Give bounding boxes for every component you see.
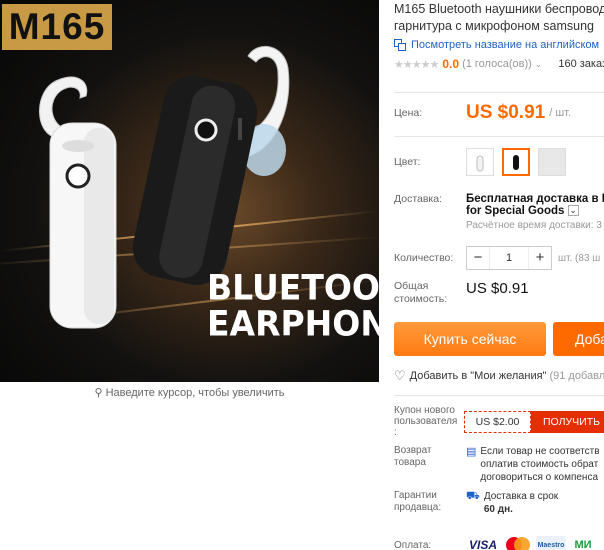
coupon-label-line3: : [394,427,397,438]
quantity-input[interactable]: 1 [489,247,529,269]
divider [394,92,604,93]
coupon-row: Купон нового пользователя : US $2.00 ПОЛ… [394,405,604,438]
coupon-label: Купон нового пользователя : [394,405,466,438]
divider [394,136,604,137]
buy-now-button[interactable]: Купить сейчас [394,322,546,356]
total-label: Общая стоимость: [394,280,466,306]
guarantee-text-line1: Доставка в срок [483,491,559,502]
mir-logo: МИ [574,539,592,550]
increase-button[interactable]: + [529,247,551,269]
hero-headline: BLUETOOTH EARPHONE [207,270,379,341]
wishlist-link[interactable]: ♡ Добавить в "Мои желания" (91 добавле [394,368,604,384]
color-row: Цвет: [394,148,574,176]
translate-icon [394,39,406,51]
total-label-line2: стоимость: [394,293,448,305]
heart-icon: ♡ [394,368,406,383]
guarantee-row: Гарантии продавца: ⛟ Доставка в срок 60 … [394,490,558,516]
delivery-eta: Расчётное время доставки: 3 [466,220,602,231]
visa-logo: VISA [468,538,497,550]
returns-text-line2: оплатив стоимость обрат [480,459,599,470]
headline-line2: EARPHONE [207,302,379,344]
zoom-hint-text: Наведите курсор, чтобы увеличить [105,387,285,399]
orders-count: 160 заказ [558,58,604,70]
wishlist-label: Добавить в "Мои желания" [409,370,547,382]
price-value: US $0.91 [466,102,546,123]
returns-text: Если товар не соответств оплатив стоимос… [480,445,599,484]
color-option-black[interactable] [502,148,530,176]
shipping-method-text: for Special Goods [466,205,565,217]
quantity-stepper[interactable]: − 1 + [466,246,552,270]
returns-label: Возврат товара [394,445,466,469]
quantity-label: Количество: [394,251,454,264]
total-label-line1: Общая [394,280,429,292]
guarantee-text: Доставка в срок 60 дн. [484,490,558,516]
price-label: Цена: [394,106,423,119]
black-earphone-image [132,46,290,285]
wishlist-count: (91 добавле [549,370,604,382]
shipping-method-line2[interactable]: for Special Goods ⌄ [466,205,604,217]
white-earphone-thumb [476,155,484,172]
quantity-row: Количество: − 1 + шт. (83 ш [394,246,600,270]
translate-title-link[interactable]: Посмотреть название на английском [394,39,604,51]
guarantee-label-line2: продавца: [394,502,442,513]
price-row: Цена: US $0.91 / шт. [394,102,571,124]
rating-row: ★★★★★ 0.0 (1 голоса(ов)) ⌄ 160 заказ [394,57,604,71]
truck-icon: ⛟ [466,490,480,502]
product-title: M165 Bluetooth наушники беспроводные Blu… [394,2,604,33]
guarantee-label-line1: Гарантии [394,490,437,501]
add-to-cart-button[interactable]: Доба [553,322,604,356]
payment-row: Оплата: VISA Maestro МИ [394,536,600,550]
translate-link-text: Посмотреть название на английском [411,39,600,51]
returns-text-line3: договориться о компенса [480,472,599,483]
mastercard-logo [506,537,530,550]
shipping-label: Доставка: [394,193,443,205]
chevron-down-icon[interactable]: ⌄ [535,59,543,70]
color-option-white[interactable] [466,148,494,176]
coupon-amount: US $2.00 [464,410,531,433]
available-units: шт. (83 ш [558,252,601,264]
payment-label: Оплата: [394,539,432,550]
guarantee-label: Гарантии продавца: [394,490,466,514]
shipping-row: Доставка: Бесплатная доставка в Rus for … [394,193,604,231]
coupon-label-line1: Купон нового [394,405,455,416]
returns-label-line2: товара [394,457,426,468]
color-option-gray[interactable] [538,148,566,176]
zoom-hint: ⚲ Наведите курсор, чтобы увеличить [0,386,379,399]
color-label: Цвет: [394,155,421,168]
price-unit: / шт. [549,107,572,119]
total-value: US $0.91 [466,279,529,297]
return-policy-icon: ▤ [466,446,477,458]
returns-text-line1: Если товар не соответств [480,446,600,457]
headline-line1: BLUETOOTH [207,267,379,309]
black-earphone-thumb [513,155,519,170]
star-rating-icon: ★★★★★ [394,58,439,71]
coupon-widget: US $2.00 ПОЛУЧИТЬ [464,410,604,433]
get-coupon-button[interactable]: ПОЛУЧИТЬ [531,410,604,433]
returns-label-line1: Возврат [394,445,432,456]
decrease-button[interactable]: − [467,247,489,269]
rating-votes[interactable]: (1 голоса(ов)) [462,58,532,70]
model-badge: M165 [2,4,112,50]
coupon-label-line2: пользователя [394,416,458,427]
product-main-image[interactable]: M165 BLUETOOTH EARPHONE [0,0,379,382]
magnifier-icon: ⚲ [94,387,103,399]
maestro-logo: Maestro [536,536,566,550]
total-row: Общая стоимость: US $0.91 [394,280,529,306]
rating-score: 0.0 [442,57,460,71]
guarantee-text-line2: 60 дн. [483,504,513,515]
returns-row: Возврат товара ▤ Если товар не соответст… [394,445,600,484]
divider [394,395,604,396]
shipping-method: Бесплатная доставка в Rus [466,193,604,205]
chevron-down-icon[interactable]: ⌄ [567,205,579,217]
